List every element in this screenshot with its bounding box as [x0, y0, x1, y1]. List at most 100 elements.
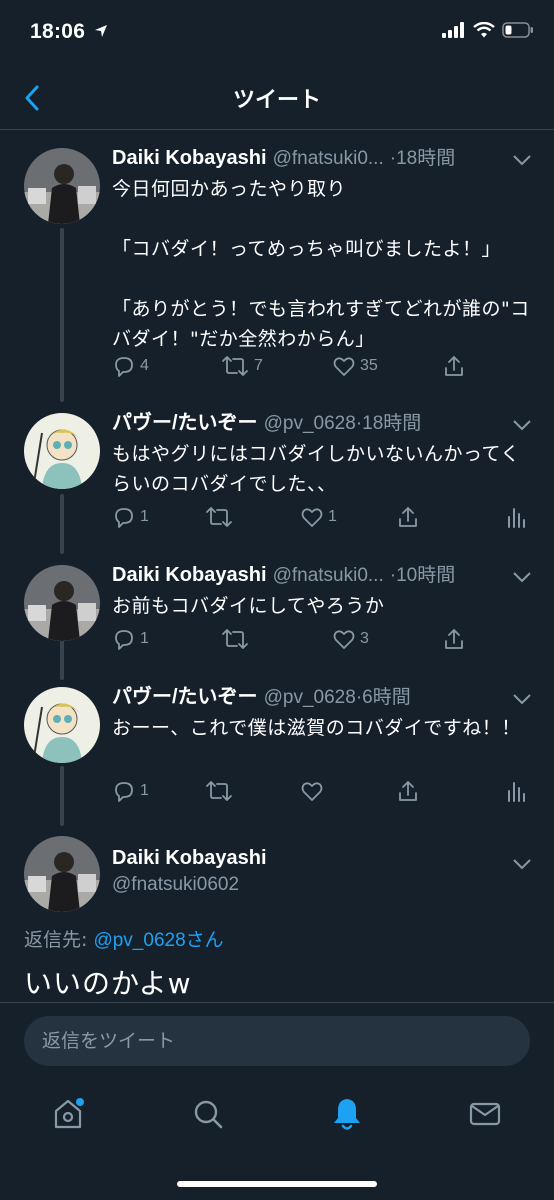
- tweet-actions: 1: [112, 779, 536, 809]
- analytics-icon: [508, 782, 525, 802]
- tab-notifications[interactable]: [317, 1092, 377, 1136]
- retweet-button[interactable]: [204, 779, 238, 803]
- like-button[interactable]: [300, 779, 328, 803]
- page-title: ツイート: [232, 88, 321, 113]
- tweet-time: 18時間: [396, 148, 456, 169]
- reply-button[interactable]: 1: [112, 627, 149, 651]
- retweet-button[interactable]: [204, 505, 238, 529]
- tweet[interactable]: Daiki Kobayashi @fnatsuki0... ·10時間 お前もコ…: [0, 557, 554, 667]
- author-name[interactable]: パヴー/たいぞー: [112, 412, 258, 434]
- tab-home[interactable]: [38, 1092, 98, 1136]
- chevron-down-icon[interactable]: [512, 154, 532, 166]
- location-arrow-icon: [95, 25, 107, 37]
- battery-icon: [502, 22, 533, 38]
- reply-input[interactable]: 返信をツイート: [24, 1016, 530, 1066]
- chevron-down-icon[interactable]: [512, 693, 532, 705]
- tweet[interactable]: パヴー/たいぞー @pv_0628·18時間 もはやグリにはコバダイしかいないん…: [0, 405, 554, 545]
- share-button[interactable]: [442, 354, 466, 378]
- share-icon: [445, 629, 463, 649]
- navigation-bar: ツイート: [0, 66, 554, 130]
- focused-author-handle: @fnatsuki0602: [112, 874, 240, 895]
- author-name[interactable]: パヴー/たいぞー: [112, 686, 258, 708]
- analytics-button[interactable]: [506, 505, 526, 529]
- tweet-time: 18時間: [362, 413, 422, 434]
- wifi-icon: [473, 22, 495, 38]
- avatar[interactable]: [24, 413, 100, 489]
- heart-icon: [333, 630, 355, 649]
- reply-bar: 返信をツイート: [0, 1002, 554, 1078]
- tweet-header: Daiki Kobayashi @fnatsuki0... ·18時間: [112, 144, 484, 172]
- tweet-text: お前もコバダイにしてやろうか: [112, 595, 385, 617]
- cellular-signal-icon: [442, 22, 464, 38]
- retweet-icon: [222, 356, 248, 376]
- share-icon: [399, 781, 417, 801]
- chevron-down-icon[interactable]: [512, 571, 532, 583]
- retweet-button[interactable]: 7: [220, 354, 263, 378]
- tweet[interactable]: Daiki Kobayashi @fnatsuki0... ·18時間 今日何回…: [0, 140, 554, 390]
- reply-to-line: 返信先: @pv_0628さん: [24, 925, 224, 952]
- home-indicator: [177, 1181, 377, 1187]
- author-handle: @pv_0628: [263, 687, 356, 708]
- status-bar: 18:06: [0, 0, 554, 66]
- heart-icon: [333, 357, 355, 376]
- home-icon: [54, 1098, 84, 1129]
- tweet-time: 6時間: [362, 687, 411, 708]
- avatar[interactable]: [24, 148, 100, 224]
- tweet-text: もはやグリにはコバダイしかいないんかってくらいのコバダイでした、、: [112, 443, 520, 495]
- reply-to-link[interactable]: @pv_0628さん: [93, 930, 223, 951]
- author-handle: @fnatsuki0...: [272, 148, 384, 169]
- like-button[interactable]: 35: [332, 354, 378, 378]
- author-name[interactable]: Daiki Kobayashi: [112, 564, 267, 586]
- analytics-button[interactable]: [506, 779, 526, 803]
- like-count: 1: [328, 508, 337, 525]
- reply-count: 1: [140, 630, 149, 647]
- status-icons: [442, 22, 534, 38]
- retweet-icon: [206, 781, 232, 801]
- tweet-header: パヴー/たいぞー @pv_0628·6時間: [112, 683, 484, 711]
- share-icon: [445, 356, 463, 376]
- avatar[interactable]: [24, 687, 100, 763]
- like-count: 35: [360, 357, 378, 374]
- reply-icon: [115, 508, 133, 528]
- share-button[interactable]: [396, 505, 420, 529]
- focused-tweet-text: いいのかよw: [24, 967, 192, 1000]
- reply-count: 1: [140, 782, 149, 799]
- reply-icon: [115, 357, 133, 377]
- reply-button[interactable]: 4: [112, 354, 149, 378]
- avatar[interactable]: [24, 565, 100, 641]
- tweet-text: 今日何回かあったやり取り 「コバダイ！ってめっちゃ叫びましたよ！」 「ありがとう…: [112, 178, 530, 350]
- share-button[interactable]: [442, 627, 466, 651]
- tweet-time: 10時間: [396, 565, 456, 586]
- avatar[interactable]: [24, 836, 100, 912]
- messages-icon: [469, 1102, 501, 1126]
- share-button[interactable]: [396, 779, 420, 803]
- chevron-down-icon[interactable]: [512, 419, 532, 431]
- like-button[interactable]: 1: [300, 505, 337, 529]
- reply-icon: [115, 782, 133, 802]
- tweet-text: おーー、これで僕は滋賀のコバダイですね！！: [112, 717, 521, 739]
- tweet-actions: 4 7 35: [112, 354, 536, 384]
- reply-button[interactable]: 1: [112, 779, 149, 803]
- reply-button[interactable]: 1: [112, 505, 149, 529]
- reply-count: 1: [140, 508, 149, 525]
- like-button[interactable]: 3: [332, 627, 369, 651]
- share-icon: [399, 507, 417, 527]
- heart-icon: [301, 782, 323, 801]
- author-handle: @fnatsuki0...: [272, 565, 384, 586]
- notifications-icon: [334, 1099, 360, 1130]
- focused-author-name[interactable]: Daiki Kobayashi: [112, 847, 267, 870]
- analytics-icon: [508, 508, 525, 528]
- retweet-icon: [222, 629, 248, 649]
- tweet[interactable]: パヴー/たいぞー @pv_0628·6時間 おーー、これで僕は滋賀のコバダイです…: [0, 679, 554, 819]
- retweet-button[interactable]: [220, 627, 254, 651]
- tab-search[interactable]: [178, 1092, 238, 1136]
- heart-icon: [301, 508, 323, 527]
- reply-icon: [115, 630, 133, 650]
- author-name[interactable]: Daiki Kobayashi: [112, 147, 267, 169]
- tweet-actions: 1 3: [112, 627, 536, 657]
- reply-to-prefix: 返信先:: [24, 929, 94, 951]
- chevron-down-icon[interactable]: [512, 858, 532, 870]
- retweet-icon: [206, 507, 232, 527]
- tab-messages[interactable]: [455, 1092, 515, 1136]
- tweet-actions: 1 1: [112, 505, 536, 535]
